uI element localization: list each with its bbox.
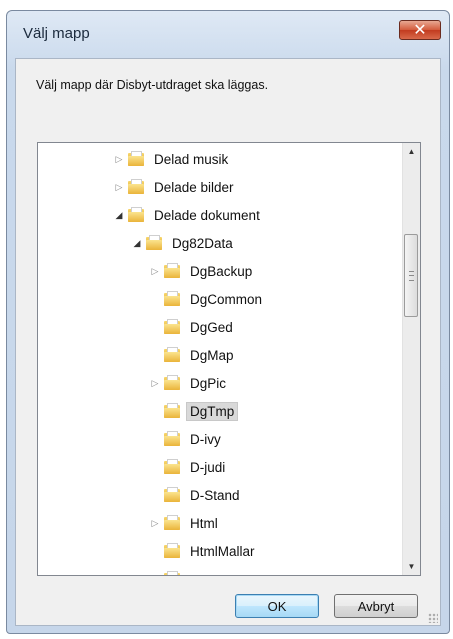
tree-item-label: Delade dokument <box>154 207 260 223</box>
tree-item-partial[interactable] <box>149 567 186 575</box>
expander-placeholder <box>149 483 161 507</box>
tree-item-delad-musik[interactable]: ▷ Delad musik <box>113 147 232 171</box>
triangle-down-icon[interactable]: ◢ <box>131 231 143 255</box>
grip-icon <box>409 271 414 281</box>
ok-button[interactable]: OK <box>235 594 319 618</box>
tree-item-label: DgGed <box>190 319 233 335</box>
tree-item-d-stand[interactable]: D-Stand <box>149 483 244 507</box>
tree-item-label: DgCommon <box>190 291 263 307</box>
folder-dialog: Välj mapp ✕ Välj mapp där Disbyt-utdrage… <box>6 10 450 634</box>
folder-icon <box>164 375 180 390</box>
expander-placeholder <box>149 539 161 563</box>
tree-item-dgged[interactable]: DgGed <box>149 315 237 339</box>
tree-item-label: DgBackup <box>190 263 253 279</box>
tree-item-label: Dg82Data <box>172 235 233 251</box>
expander-placeholder <box>149 427 161 451</box>
folder-tree[interactable]: ▷ Delad musik ▷ Delade bilder ◢ Delade d… <box>37 142 421 576</box>
tree-item-label: DgMap <box>190 347 234 363</box>
triangle-down-icon[interactable]: ◢ <box>113 203 125 227</box>
tree-item-dgmap[interactable]: DgMap <box>149 343 238 367</box>
folder-icon <box>164 431 180 446</box>
folder-icon <box>164 347 180 362</box>
scrollbar-thumb[interactable] <box>404 234 418 317</box>
tree-item-htmlmallar[interactable]: HtmlMallar <box>149 539 259 563</box>
close-icon: ✕ <box>413 20 427 39</box>
folder-icon <box>128 207 144 222</box>
triangle-right-icon[interactable]: ▷ <box>149 259 161 283</box>
tree-item-label: HtmlMallar <box>190 543 255 559</box>
folder-icon <box>164 459 180 474</box>
tree-item-label: D-ivy <box>190 431 221 447</box>
tree-item-delade-dokument[interactable]: ◢ Delade dokument <box>113 203 264 227</box>
instruction-text: Välj mapp där Disbyt-utdraget ska läggas… <box>36 78 269 92</box>
expander-placeholder <box>149 567 161 575</box>
tree-item-dgcommon[interactable]: DgCommon <box>149 287 266 311</box>
expander-placeholder <box>149 455 161 479</box>
tree-item-label: D-Stand <box>190 487 240 503</box>
tree-item-dgpic[interactable]: ▷ DgPic <box>149 371 230 395</box>
folder-tree-list: ▷ Delad musik ▷ Delade bilder ◢ Delade d… <box>38 143 402 575</box>
tree-item-html[interactable]: ▷ Html <box>149 511 222 535</box>
tree-item-label: Delad musik <box>154 151 229 167</box>
folder-icon <box>164 263 180 278</box>
folder-icon <box>164 403 180 418</box>
triangle-right-icon[interactable]: ▷ <box>113 175 125 199</box>
folder-icon <box>164 515 180 530</box>
folder-icon <box>164 543 180 558</box>
scroll-up-arrow-icon[interactable]: ▲ <box>403 143 420 160</box>
window-title: Välj mapp <box>23 25 90 42</box>
triangle-right-icon[interactable]: ▷ <box>113 147 125 171</box>
tree-item-delade-bilder[interactable]: ▷ Delade bilder <box>113 175 238 199</box>
close-button[interactable]: ✕ <box>399 20 441 40</box>
folder-icon <box>164 571 180 575</box>
folder-icon <box>164 319 180 334</box>
tree-item-label: DgTmp <box>186 401 239 421</box>
tree-item-label: Delade bilder <box>154 179 234 195</box>
expander-placeholder <box>149 287 161 311</box>
tree-item-dg82data[interactable]: ◢ Dg82Data <box>131 231 237 255</box>
folder-icon <box>128 151 144 166</box>
scroll-down-arrow-icon[interactable]: ▼ <box>403 558 420 575</box>
folder-icon <box>128 179 144 194</box>
folder-icon <box>164 291 180 306</box>
tree-item-label: Html <box>190 515 218 531</box>
cancel-button[interactable]: Avbryt <box>334 594 418 618</box>
title-bar[interactable]: Välj mapp ✕ <box>7 11 449 57</box>
tree-item-label: DgPic <box>190 375 227 391</box>
triangle-right-icon[interactable]: ▷ <box>149 371 161 395</box>
tree-item-dgbackup[interactable]: ▷ DgBackup <box>149 259 256 283</box>
triangle-right-icon[interactable]: ▷ <box>149 511 161 535</box>
tree-item-label: D-judi <box>190 459 226 475</box>
expander-placeholder <box>149 399 161 423</box>
vertical-scrollbar[interactable]: ▲ ▼ <box>402 143 420 575</box>
tree-item-dgtmp[interactable]: DgTmp <box>149 399 239 423</box>
folder-icon <box>146 235 162 250</box>
resize-grip-icon[interactable] <box>428 613 438 623</box>
folder-icon <box>164 487 180 502</box>
expander-placeholder <box>149 315 161 339</box>
dialog-body: Välj mapp där Disbyt-utdraget ska läggas… <box>15 58 441 626</box>
tree-item-d-ivy[interactable]: D-ivy <box>149 427 225 451</box>
expander-placeholder <box>149 343 161 367</box>
tree-item-d-judi[interactable]: D-judi <box>149 455 229 479</box>
